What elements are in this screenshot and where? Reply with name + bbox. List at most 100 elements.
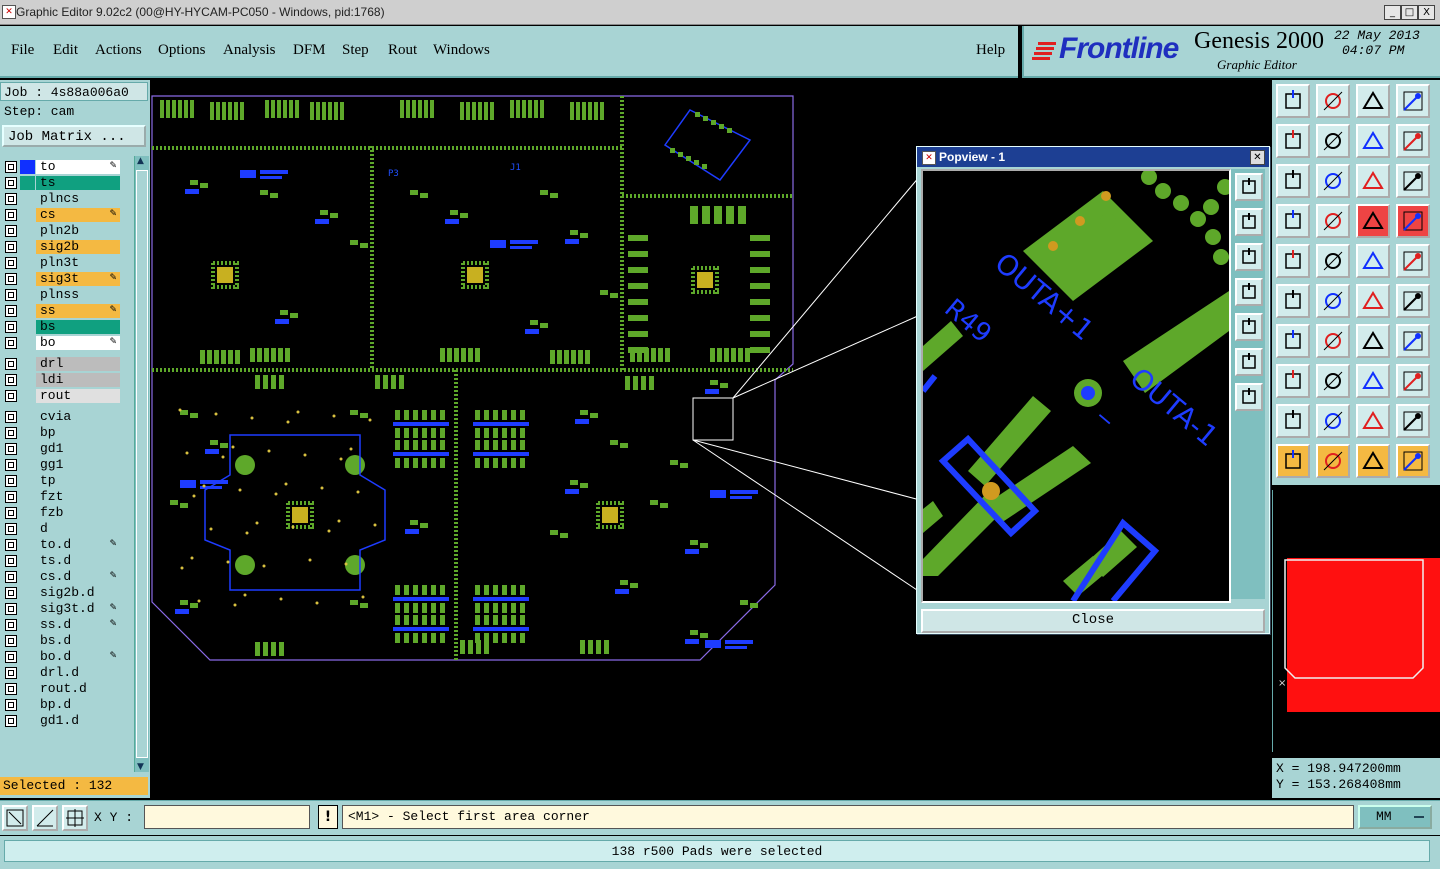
move-pad-tool-button[interactable] xyxy=(1276,364,1310,398)
polygon-tool-button[interactable] xyxy=(1316,244,1350,278)
layer-checkbox[interactable] xyxy=(5,667,17,679)
layer-checkbox[interactable] xyxy=(5,587,17,599)
layer-name[interactable]: tp xyxy=(36,474,120,488)
close-window-button[interactable]: X xyxy=(1418,5,1435,20)
layer-row-drl-d[interactable]: drl.d xyxy=(3,666,121,680)
layer-checkbox[interactable] xyxy=(5,411,17,423)
layer-name[interactable]: sig3t ✎ xyxy=(36,272,120,286)
cross-tool-button[interactable] xyxy=(1316,284,1350,318)
pv-zoom-window-button[interactable] xyxy=(1235,173,1263,201)
warning-button[interactable]: ! xyxy=(318,805,338,829)
layer-checkbox[interactable] xyxy=(5,241,17,253)
units-select[interactable]: MM xyxy=(1358,805,1432,829)
pv-move-left-button[interactable] xyxy=(1235,278,1263,306)
scroll-up-icon[interactable]: ▲ xyxy=(137,156,144,166)
menu-file[interactable]: File xyxy=(11,42,34,59)
move-left-tool-button[interactable] xyxy=(1276,124,1310,158)
layer-checkbox[interactable] xyxy=(5,193,17,205)
snap-mode-button[interactable] xyxy=(2,805,28,831)
layer-row-fzb[interactable]: fzb xyxy=(3,506,121,520)
layer-name[interactable]: rout.d xyxy=(36,682,120,696)
layer-checkbox[interactable] xyxy=(5,475,17,487)
layer-checkbox[interactable] xyxy=(5,507,17,519)
layer-name[interactable]: gd1 xyxy=(36,442,120,456)
pv-move-right-button[interactable] xyxy=(1235,313,1263,341)
layer-checkbox[interactable] xyxy=(5,209,17,221)
layer-row-cs-d[interactable]: cs.d ✎ xyxy=(3,570,121,584)
scroll-down-icon[interactable]: ▼ xyxy=(137,762,144,772)
arc-rout-tool-button[interactable] xyxy=(1356,404,1390,438)
minimize-button[interactable]: _ xyxy=(1384,5,1401,20)
layer-name[interactable]: ts.d xyxy=(36,554,120,568)
menu-rout[interactable]: Rout xyxy=(388,42,417,59)
layer-name[interactable]: ss.d ✎ xyxy=(36,618,120,632)
circle-tool-button[interactable] xyxy=(1396,244,1430,278)
xy-input[interactable] xyxy=(144,805,310,829)
layer-row-bo[interactable]: bo ✎ xyxy=(3,336,121,350)
move-right-tool-button[interactable] xyxy=(1316,124,1350,158)
layer-name[interactable]: d xyxy=(36,522,120,536)
layer-checkbox[interactable] xyxy=(5,603,17,615)
layer-checkbox[interactable] xyxy=(5,699,17,711)
point-blue-tool-button[interactable] xyxy=(1396,284,1430,318)
triangle-blue-tool-button[interactable] xyxy=(1316,404,1350,438)
layer-name[interactable]: bs xyxy=(36,320,120,334)
layer-row-bp[interactable]: bp xyxy=(3,426,121,440)
select-box-tool-button[interactable] xyxy=(1316,444,1350,478)
menu-step[interactable]: Step xyxy=(342,42,369,59)
layer-checkbox[interactable] xyxy=(5,305,17,317)
layer-checkbox[interactable] xyxy=(5,555,17,567)
drill-tool-button[interactable] xyxy=(1276,204,1310,238)
layer-name[interactable]: pln3t xyxy=(36,256,120,270)
layer-name[interactable]: ss ✎ xyxy=(36,304,120,318)
pv-layer-down-button[interactable] xyxy=(1235,243,1263,271)
layer-checkbox[interactable] xyxy=(5,289,17,301)
menu-windows[interactable]: Windows xyxy=(433,42,490,59)
layer-name[interactable]: bo.d ✎ xyxy=(36,650,120,664)
align-tool-button[interactable] xyxy=(1396,364,1430,398)
triangle-red-tool-button[interactable] xyxy=(1276,404,1310,438)
line-blue-tool-button[interactable] xyxy=(1316,324,1350,358)
layer-checkbox[interactable] xyxy=(5,523,17,535)
layer-up-tool-button[interactable] xyxy=(1276,84,1310,118)
break-tool-button[interactable] xyxy=(1316,364,1350,398)
menu-options[interactable]: Options xyxy=(158,42,206,59)
popview-zoom-area[interactable]: OUTA+1 OUTA-1 R49 _ xyxy=(921,169,1231,603)
layer-checkbox[interactable] xyxy=(5,683,17,695)
arc-rout2-tool-button[interactable] xyxy=(1396,404,1430,438)
layer-checkbox[interactable] xyxy=(5,390,17,402)
mirror-tool-button[interactable] xyxy=(1396,124,1430,158)
connect-tool-button[interactable] xyxy=(1276,284,1310,318)
overview-map-drawing[interactable]: × xyxy=(1273,490,1440,752)
layer-name[interactable]: cvia xyxy=(36,410,120,424)
layer-name[interactable]: cs ✎ xyxy=(36,208,120,222)
layer-row-pln2b[interactable]: pln2b xyxy=(3,224,121,238)
job-matrix-button[interactable]: Job Matrix ... xyxy=(2,125,146,147)
pad-tool-button[interactable] xyxy=(1276,244,1310,278)
overview-map[interactable]: × xyxy=(1272,490,1440,752)
layer-row-gd1-d[interactable]: gd1.d xyxy=(3,714,121,728)
layer-name[interactable]: gd1.d xyxy=(36,714,120,728)
layer-row-sig3t-d[interactable]: sig3t.d ✎ xyxy=(3,602,121,616)
layer-row-ss-d[interactable]: ss.d ✎ xyxy=(3,618,121,632)
layer-name[interactable]: bs.d xyxy=(36,634,120,648)
layer-name[interactable]: fzb xyxy=(36,506,120,520)
menu-help[interactable]: Help xyxy=(976,42,1005,59)
window-tool-button[interactable] xyxy=(1396,84,1430,118)
layer-list-scrollbar[interactable]: ▲ ▼ xyxy=(134,156,149,772)
layer-row-bp-d[interactable]: bp.d xyxy=(3,698,121,712)
layer-down-tool-button[interactable] xyxy=(1316,84,1350,118)
popview-close-icon[interactable]: ✕ xyxy=(1250,150,1265,165)
select-net-tool-button[interactable] xyxy=(1396,444,1430,478)
pv-layer-up-button[interactable] xyxy=(1235,208,1263,236)
layer-row-sig3t[interactable]: sig3t ✎ xyxy=(3,272,121,286)
layer-name[interactable]: to.d ✎ xyxy=(36,538,120,552)
layer-row-bs-d[interactable]: bs.d xyxy=(3,634,121,648)
maximize-button[interactable]: □ xyxy=(1401,5,1418,20)
layer-checkbox[interactable] xyxy=(5,635,17,647)
menu-actions[interactable]: Actions xyxy=(95,42,142,59)
layer-name[interactable]: plnss xyxy=(36,288,120,302)
layer-name[interactable]: bp xyxy=(36,426,120,440)
layer-checkbox[interactable] xyxy=(5,619,17,631)
layer-row-rout[interactable]: rout xyxy=(3,389,121,403)
